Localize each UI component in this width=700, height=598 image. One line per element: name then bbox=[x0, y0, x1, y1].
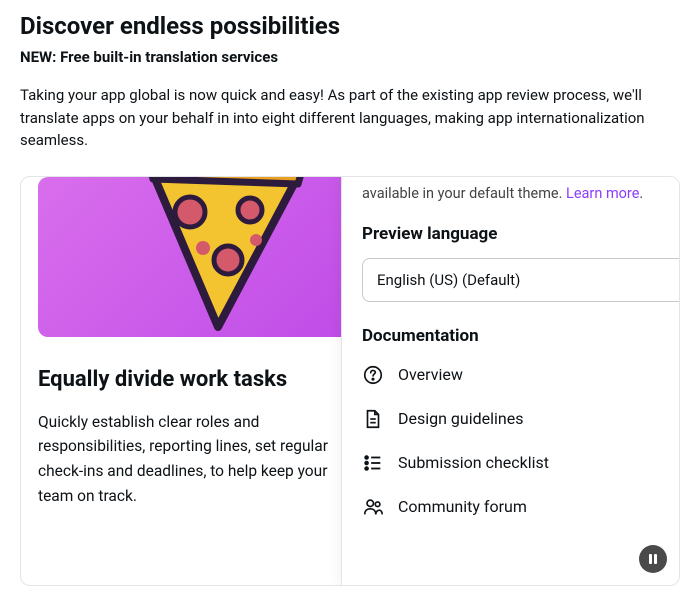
documentation-list: Overview Design guidelines bbox=[362, 364, 679, 518]
language-select-value: English (US) (Default) bbox=[377, 271, 520, 289]
doc-item-design[interactable]: Design guidelines bbox=[362, 408, 679, 430]
user-badge: Alex bbox=[679, 310, 680, 335]
preview-language-label: Preview language bbox=[362, 224, 679, 244]
doc-item-label: Overview bbox=[398, 365, 463, 384]
language-select[interactable]: English (US) (Default) Alex bbox=[362, 258, 679, 302]
period: . bbox=[639, 185, 643, 202]
document-icon bbox=[362, 408, 384, 430]
pizza-icon bbox=[138, 177, 318, 332]
page-subtitle: NEW: Free built-in translation services bbox=[20, 48, 680, 66]
checklist-icon bbox=[362, 452, 384, 474]
people-icon bbox=[362, 496, 384, 518]
pause-icon bbox=[648, 553, 658, 565]
doc-item-checklist[interactable]: Submission checklist bbox=[362, 452, 679, 474]
demo-body-text: Quickly establish clear roles and respon… bbox=[38, 410, 341, 509]
theme-info-text: available in your default theme. Learn m… bbox=[362, 185, 679, 202]
demo-right-panel: available in your default theme. Learn m… bbox=[341, 177, 679, 585]
doc-item-label: Community forum bbox=[398, 497, 527, 516]
demo-container: Equally divide work tasks Quickly establ… bbox=[20, 176, 680, 586]
pause-button[interactable] bbox=[639, 545, 667, 573]
doc-item-label: Submission checklist bbox=[398, 453, 549, 472]
learn-more-link[interactable]: Learn more bbox=[566, 185, 639, 202]
theme-text-fragment: available in your default theme. bbox=[362, 185, 566, 202]
page-title: Discover endless possibilities bbox=[20, 12, 680, 40]
pizza-illustration bbox=[38, 177, 341, 337]
page-description: Taking your app global is now quick and … bbox=[20, 84, 680, 152]
doc-item-community[interactable]: Community forum bbox=[362, 496, 679, 518]
demo-left-panel: Equally divide work tasks Quickly establ… bbox=[21, 177, 341, 585]
demo-heading: Equally divide work tasks bbox=[38, 367, 341, 392]
question-circle-icon bbox=[362, 364, 384, 386]
doc-item-label: Design guidelines bbox=[398, 409, 523, 428]
doc-item-overview[interactable]: Overview bbox=[362, 364, 679, 386]
documentation-label: Documentation bbox=[362, 326, 679, 346]
